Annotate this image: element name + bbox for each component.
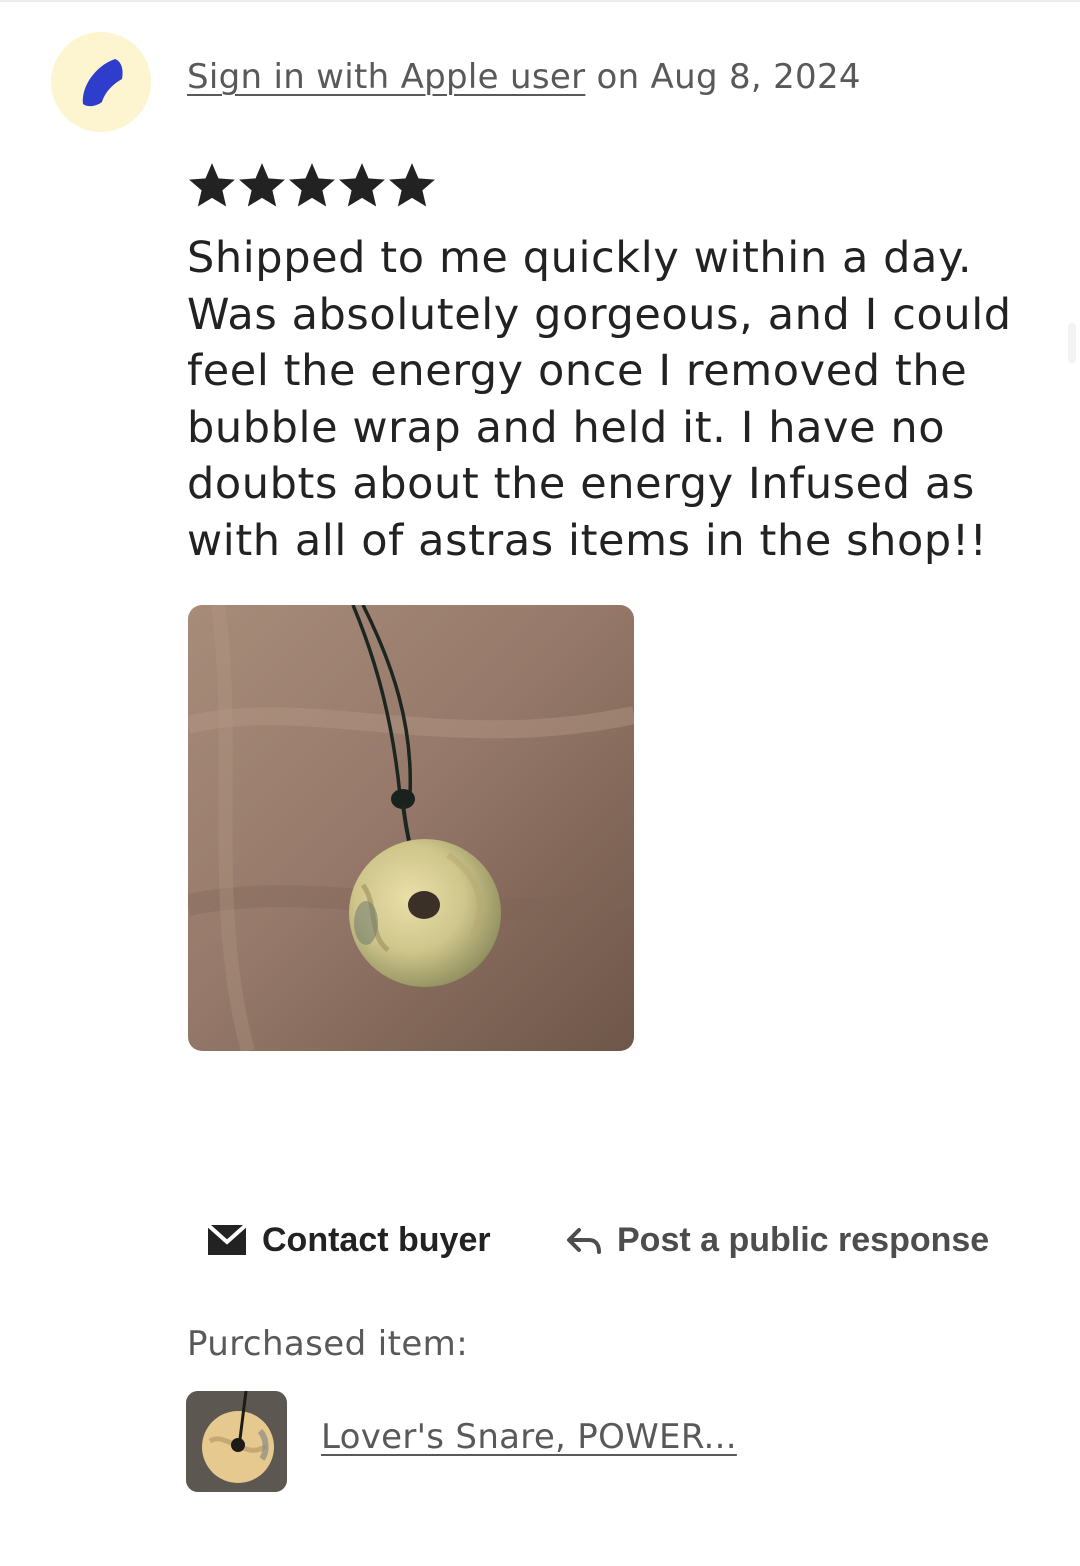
purchased-item-label: Purchased item: — [187, 1324, 469, 1364]
top-divider — [0, 0, 1080, 2]
star-icon — [189, 163, 235, 207]
post-public-response-button[interactable]: Post a public response — [565, 1212, 989, 1268]
pendant-photo-image — [188, 605, 634, 1051]
reviewer-name-link[interactable]: Sign in with Apple user — [187, 57, 585, 97]
contact-buyer-label: Contact buyer — [262, 1220, 491, 1259]
reply-arrow-icon — [567, 1228, 601, 1254]
crescent-moon-icon — [82, 59, 123, 107]
pendant-thumbnail-image — [186, 1391, 287, 1492]
star-icon — [389, 163, 435, 207]
post-public-response-label: Post a public response — [617, 1220, 990, 1259]
review-actions: Contact buyer Post a public response — [0, 1212, 1080, 1268]
mail-icon — [206, 1223, 248, 1255]
star-icon — [339, 163, 385, 207]
purchased-item-thumbnail[interactable] — [186, 1391, 287, 1492]
scroll-edge-indicator — [1068, 323, 1076, 363]
contact-buyer-button[interactable]: Contact buyer — [206, 1212, 491, 1268]
review-date: on Aug 8, 2024 — [585, 57, 861, 97]
review-photo[interactable] — [188, 605, 634, 1051]
avatar[interactable] — [51, 32, 151, 132]
star-icon — [289, 163, 335, 207]
star-rating — [187, 160, 437, 210]
review-text: Shipped to me quickly within a day. Was … — [187, 233, 1012, 566]
star-icon — [239, 163, 285, 207]
reviewer-line: Sign in with Apple user on Aug 8, 2024 — [187, 57, 861, 97]
purchased-item-link[interactable]: Lover's Snare, POWER... — [321, 1417, 737, 1457]
